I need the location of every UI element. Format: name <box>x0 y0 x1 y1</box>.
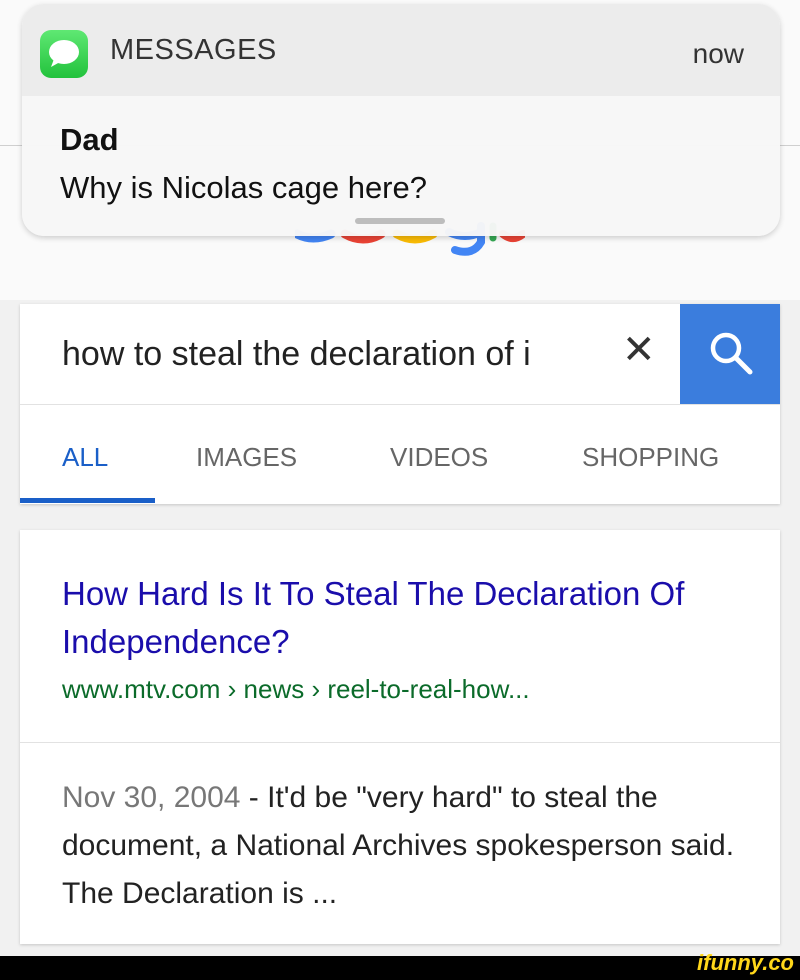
footer-bar <box>0 956 800 980</box>
notification-grabber[interactable] <box>355 218 445 224</box>
messages-icon <box>40 30 88 78</box>
search-button[interactable] <box>680 304 780 404</box>
tab-videos[interactable]: VIDEOS <box>390 442 488 473</box>
search-card: how to steal the declaration of i ✕ ALL … <box>20 304 780 504</box>
tabs-divider <box>20 404 780 405</box>
result-snippet: Nov 30, 2004 - It'd be "very hard" to st… <box>62 774 752 918</box>
active-tab-indicator <box>20 498 155 503</box>
result-title-link[interactable]: How Hard Is It To Steal The Declaration … <box>62 570 742 666</box>
notification-message: Why is Nicolas cage here? <box>60 170 427 205</box>
search-icon <box>710 332 753 375</box>
result-divider <box>20 742 780 743</box>
search-result: How Hard Is It To Steal The Declaration … <box>20 530 780 944</box>
watermark: ifunny.co <box>697 950 794 975</box>
notification-header: MESSAGES now <box>22 4 780 96</box>
clear-icon[interactable]: ✕ <box>622 330 656 370</box>
tab-images[interactable]: IMAGES <box>196 442 297 473</box>
notification-app-name: MESSAGES <box>110 34 277 66</box>
notification-sender: Dad <box>60 122 119 157</box>
message-notification[interactable]: MESSAGES now Dad Why is Nicolas cage her… <box>22 4 780 236</box>
tab-shopping[interactable]: SHOPPING <box>582 442 719 473</box>
result-date: Nov 30, 2004 <box>62 781 241 814</box>
result-url: www.mtv.com › news › reel-to-real-how... <box>62 674 530 704</box>
notification-time: now <box>692 38 744 69</box>
tab-all[interactable]: ALL <box>62 442 108 473</box>
search-input[interactable]: how to steal the declaration of i <box>62 335 531 374</box>
